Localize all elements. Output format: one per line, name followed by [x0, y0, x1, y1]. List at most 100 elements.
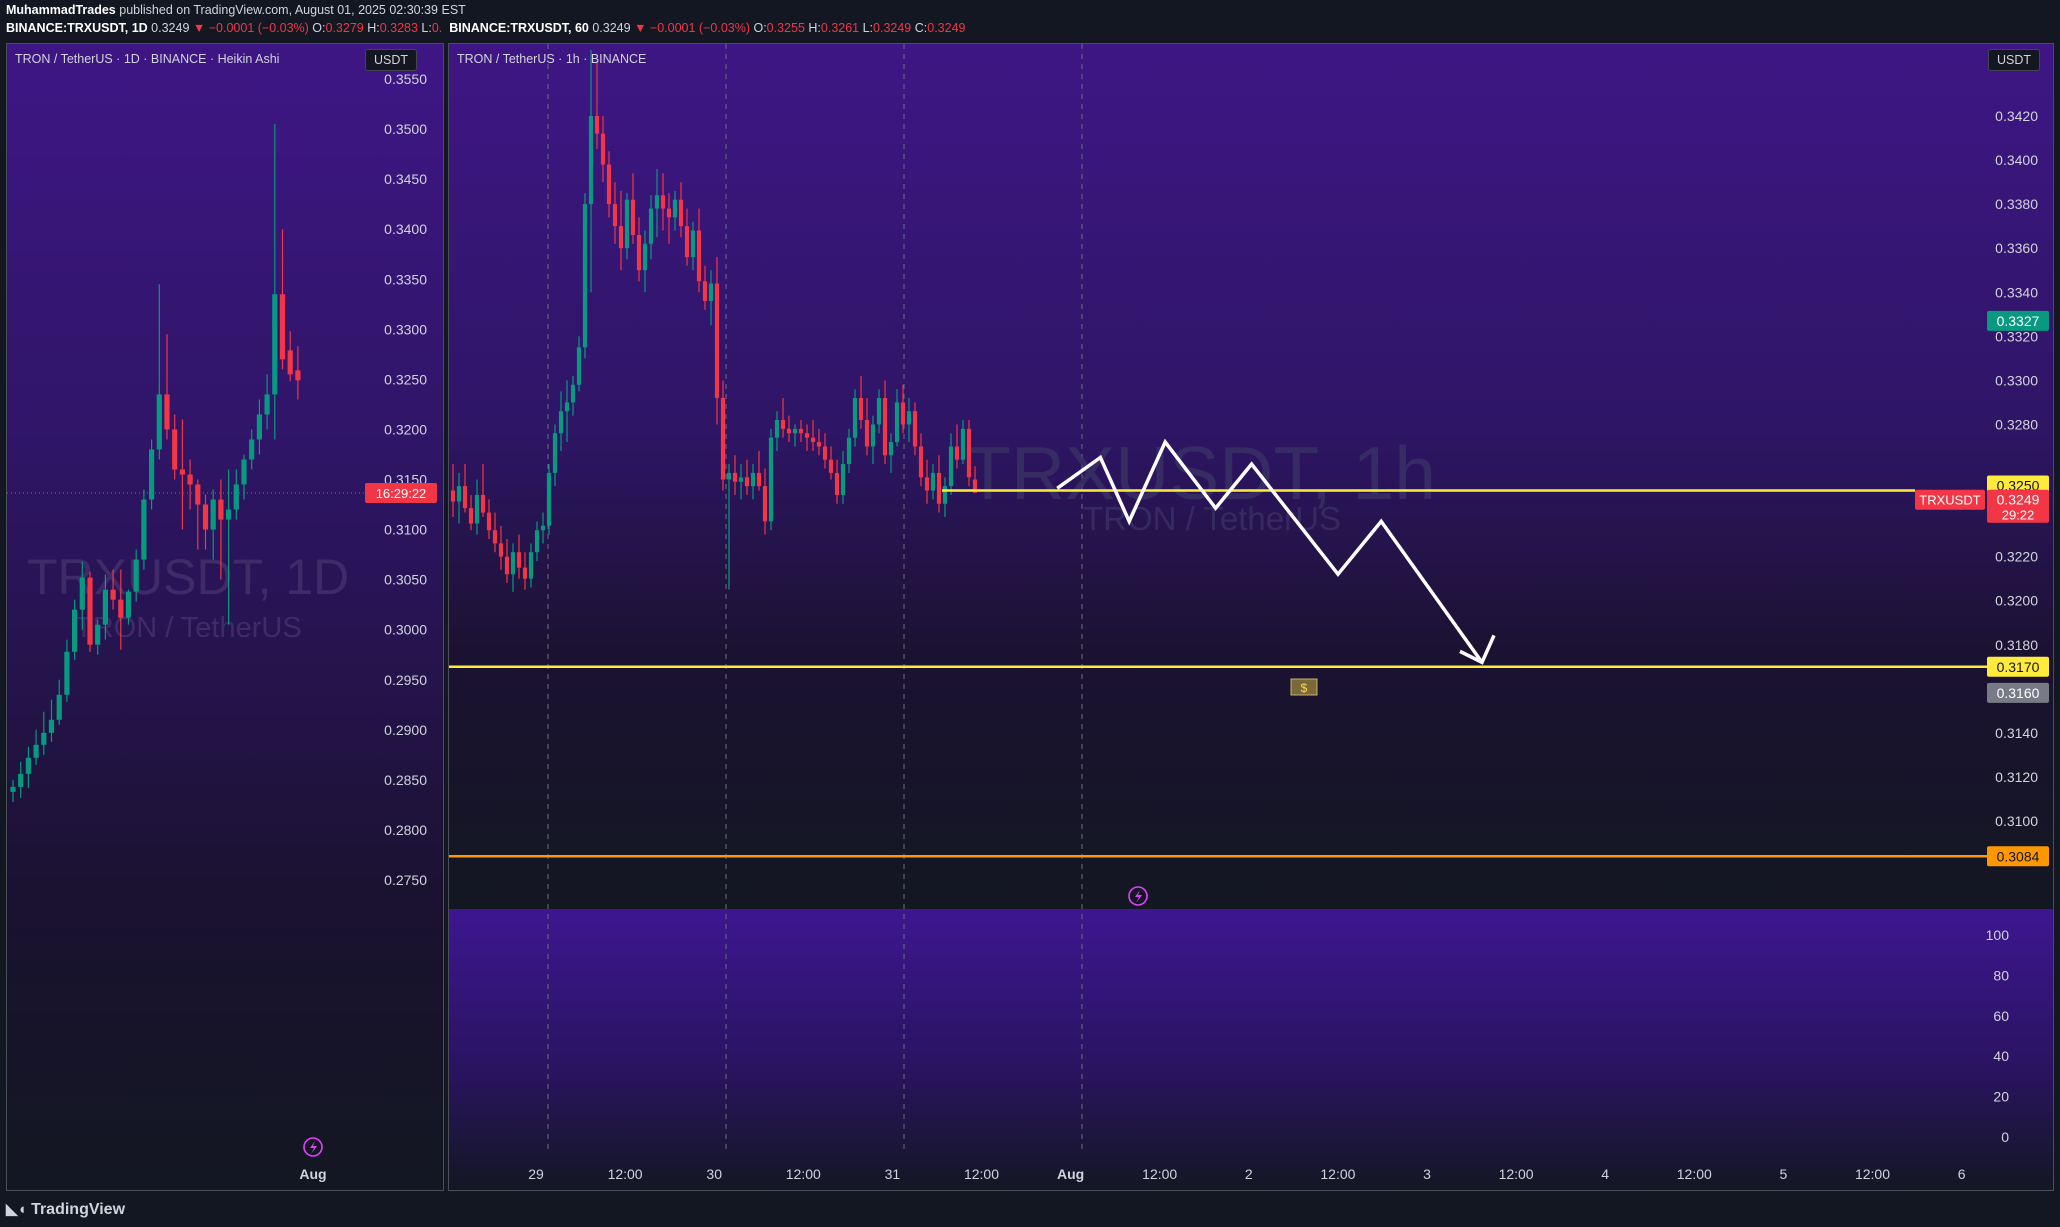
candle-body [756, 472, 762, 487]
candle-body [876, 398, 882, 425]
right-ticker[interactable]: BINANCE:TRXUSDT, 60 [449, 21, 589, 35]
candle-body [606, 164, 612, 205]
candle-body [834, 472, 840, 495]
y-tick-label: 0.3360 [1995, 240, 2038, 256]
y-tick-label: 0.3420 [1995, 108, 2038, 124]
y-tick-label: 0.3000 [384, 622, 427, 638]
left-ticker[interactable]: BINANCE:TRXUSDT, 1D [6, 21, 148, 35]
candle-body [588, 116, 594, 205]
x-tick-label: 2 [1245, 1166, 1253, 1182]
y-tick-label: 0.3050 [384, 572, 427, 588]
candle-body [654, 195, 660, 209]
candle-body [474, 494, 480, 524]
price-axis[interactable]: 0.3550 0.3500 0.3450 0.3400 0.3350 0.3300 0.32… [384, 71, 427, 888]
candle-body [888, 442, 894, 456]
candle-body [64, 651, 70, 695]
level-tag: 0.3170 [1997, 659, 2040, 675]
candle-body [558, 411, 564, 434]
tradingview-logo[interactable]: ◣◖ TradingView [6, 1200, 125, 1219]
candle-body [762, 486, 768, 522]
candle-body [672, 199, 678, 218]
candle-body [894, 402, 900, 443]
y-tick-label: 0.3180 [1995, 637, 2038, 653]
left-open: 0.3279 [325, 21, 364, 35]
daily-chart-title[interactable]: TRON / TetherUS · 1D · BINANCE · Heikin … [15, 52, 279, 66]
y-tick-label: 0.3140 [1995, 725, 2038, 741]
candle-body [792, 428, 798, 434]
price-countdown: 29:22 [2002, 508, 2035, 523]
candle-body [486, 512, 492, 531]
candle-body [156, 394, 162, 450]
publish-info: MuhammadTrades published on TradingView.… [6, 3, 466, 17]
y-tick-label: 0.3200 [384, 421, 427, 437]
tv-logo-icon: ◣◖ [6, 1201, 27, 1218]
candle-body [48, 719, 55, 733]
candle-body [666, 208, 672, 218]
currency-button[interactable]: USDT [1988, 49, 2041, 71]
candle-body [272, 294, 278, 395]
lightning-bolt-icon [310, 1141, 317, 1154]
oscillator-tick-label: 60 [1993, 1008, 2009, 1024]
x-tick-label: 12:00 [964, 1166, 999, 1182]
y-tick-label: 0.3340 [1995, 284, 2038, 300]
currency-button[interactable]: USDT [365, 49, 418, 71]
candle-body [462, 486, 468, 509]
oscillator-tick-label: 80 [1993, 967, 2009, 983]
candle-body [141, 499, 147, 560]
left-price: 0.3249 [151, 21, 190, 35]
author-name[interactable]: MuhammadTrades [6, 3, 116, 17]
candle-body [498, 543, 504, 557]
candle-body [900, 402, 906, 425]
candle-body [786, 428, 792, 434]
candle-body [510, 552, 516, 575]
y-tick-label: 0.3220 [1995, 549, 2038, 565]
y-tick-label: 0.2800 [384, 822, 427, 838]
candle-body [504, 556, 510, 575]
candle-body [936, 472, 942, 504]
candle-body [110, 589, 116, 600]
daily-chart-svg[interactable]: TRXUSDT, 1D TRON / TetherUS 0.3550 0.3500… [7, 44, 444, 1191]
candle-body [822, 446, 828, 460]
candle-body [912, 411, 918, 447]
candle-body [780, 420, 786, 429]
candle-body [79, 577, 85, 610]
oscillator-tick-label: 40 [1993, 1048, 2009, 1064]
x-label-aug: Aug [299, 1166, 326, 1182]
candle-body [125, 591, 132, 618]
candle-body [492, 530, 498, 544]
candle-body [256, 414, 262, 440]
candle-body [714, 283, 720, 398]
candle-body [816, 442, 822, 447]
candle-body [678, 199, 684, 227]
candle-body [33, 744, 39, 758]
candle-body [906, 411, 912, 425]
candle-body [249, 439, 255, 460]
hourly-chart-title[interactable]: TRON / TetherUS · 1h · BINANCE [457, 52, 646, 66]
oscillator-tick-label: 0 [2001, 1129, 2009, 1145]
candle-body [738, 477, 744, 482]
candle-body [279, 294, 286, 360]
candle-body [133, 559, 139, 592]
candle-body [576, 347, 582, 385]
candle-body [264, 394, 270, 415]
y-tick-label: 0.3380 [1995, 196, 2038, 212]
hourly-chart-pane[interactable]: TRXUSDT, 1h TRON / TetherUS $ 0.3420 0.34… [448, 43, 2054, 1191]
candle-body [582, 204, 588, 348]
candle-body [552, 433, 558, 473]
level-tag: 0.3160 [1997, 685, 2040, 701]
candle-body [720, 398, 726, 480]
candle-body [41, 732, 47, 745]
candle-body [87, 577, 93, 645]
right-low: 0.3249 [873, 21, 912, 35]
brand-name: TradingView [31, 1201, 126, 1218]
x-tick-label: 12:00 [1855, 1166, 1890, 1182]
candle-body [149, 449, 155, 500]
candle-body [202, 504, 209, 530]
candle-body [648, 208, 654, 244]
hourly-chart-svg[interactable]: TRXUSDT, 1h TRON / TetherUS $ 0.34200.34… [449, 44, 2054, 1191]
candle-body [25, 757, 31, 774]
candle-body [226, 509, 232, 520]
daily-chart-pane[interactable]: TRXUSDT, 1D TRON / TetherUS 0.3550 0.3500… [6, 43, 444, 1191]
candle-body [702, 281, 708, 302]
x-tick-label: 12:00 [1499, 1166, 1534, 1182]
